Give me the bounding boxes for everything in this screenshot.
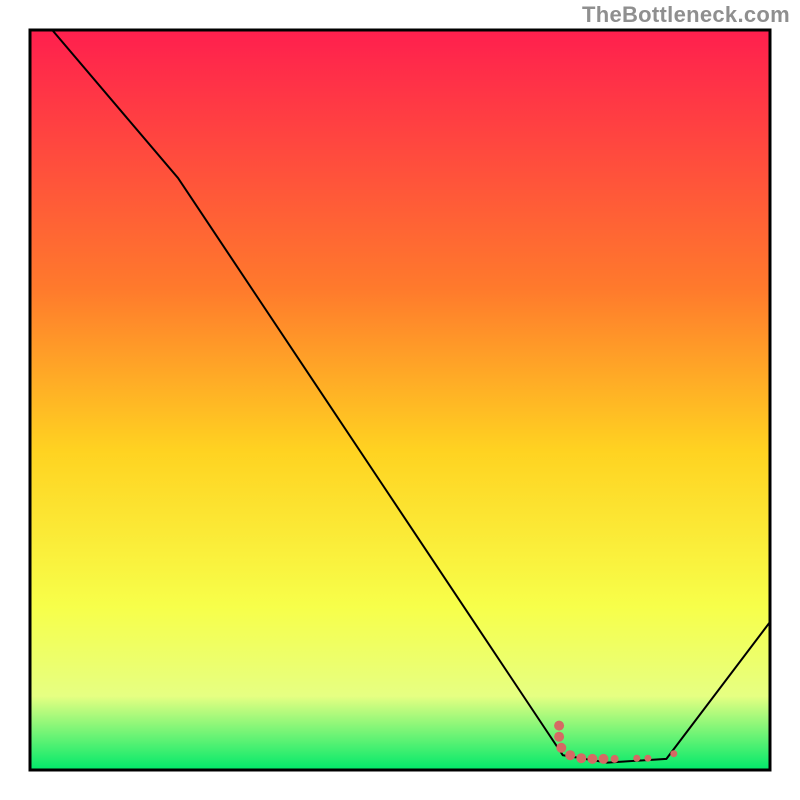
- data-marker: [599, 754, 609, 764]
- bottleneck-chart: [0, 0, 800, 800]
- data-marker: [587, 754, 597, 764]
- attribution-text: TheBottleneck.com: [582, 2, 790, 28]
- gradient-background: [30, 30, 770, 770]
- data-marker: [556, 743, 566, 753]
- data-marker: [576, 753, 586, 763]
- data-marker: [554, 721, 564, 731]
- data-marker: [611, 755, 619, 763]
- data-marker: [633, 755, 640, 762]
- data-marker: [565, 750, 575, 760]
- chart-canvas: TheBottleneck.com: [0, 0, 800, 800]
- data-marker: [644, 755, 651, 762]
- data-marker: [554, 732, 564, 742]
- data-marker: [670, 750, 677, 757]
